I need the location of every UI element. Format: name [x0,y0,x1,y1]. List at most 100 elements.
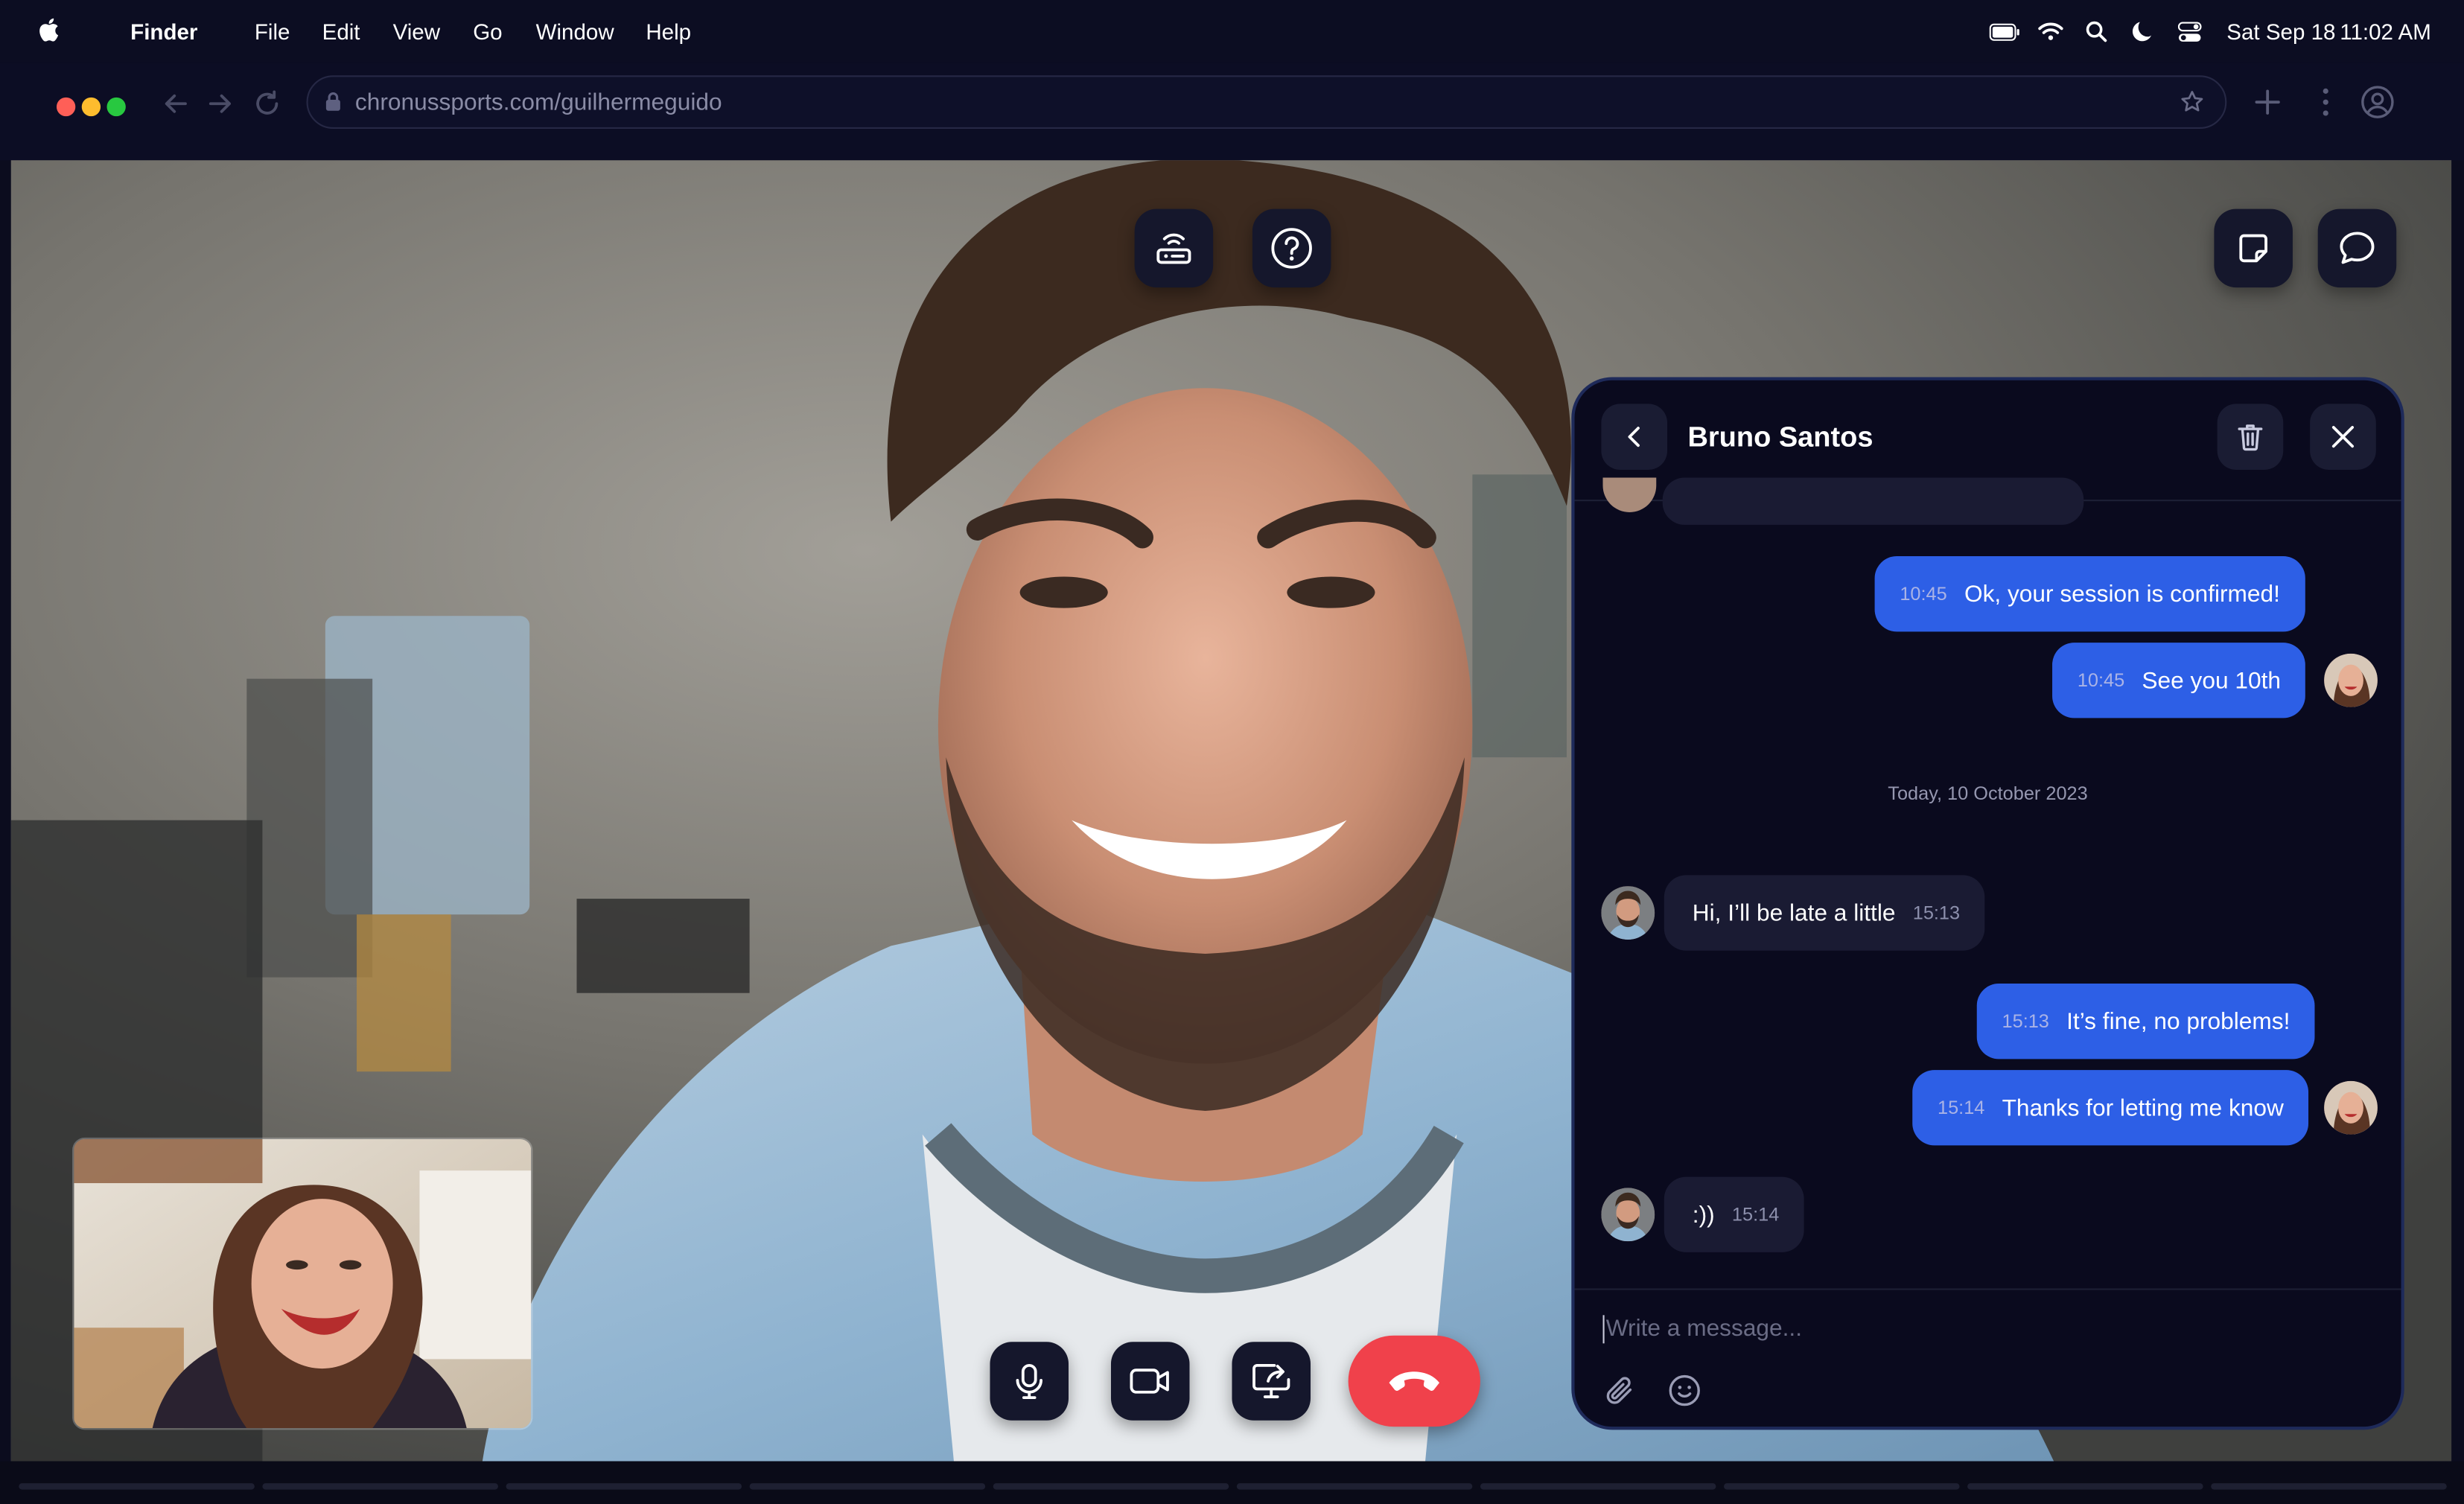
message-time: 15:14 [1938,1096,1985,1119]
contact-avatar-image [1601,1188,1655,1242]
close-chat-button[interactable] [2310,404,2376,470]
bookmark-star-icon[interactable] [2180,89,2205,115]
my-avatar [2324,653,2378,707]
contact-avatar [1601,886,1655,940]
bottom-strip-segment [262,1483,498,1490]
notes-button[interactable] [2214,208,2293,288]
message-bubble[interactable]: 15:14 Thanks for letting me know [1912,1070,2309,1146]
message-time: 15:13 [2002,1010,2049,1033]
menu-app-name[interactable]: Finder [130,19,197,44]
more-options-icon[interactable] [2313,86,2338,118]
forward-arrow-icon[interactable] [206,89,234,118]
contact-avatar [1601,1188,1655,1242]
message-bubble[interactable]: 15:13 It’s fine, no problems! [1976,984,2316,1060]
battery-icon[interactable] [1989,16,2021,47]
menu-go[interactable]: Go [473,19,502,44]
reload-icon[interactable] [253,89,281,118]
message-text: Ok, your session is confirmed! [1964,580,2280,608]
message-bubble[interactable]: 10:45 Ok, your session is confirmed! [1874,556,2305,632]
text-caret [1602,1315,1605,1344]
paperclip-icon [1606,1377,1632,1404]
moon-icon[interactable] [2132,16,2153,47]
my-avatar [2324,1080,2378,1135]
back-arrow-icon[interactable] [162,89,190,118]
help-icon [1271,228,1312,269]
microphone-button[interactable] [990,1342,1069,1421]
menu-help[interactable]: Help [646,19,691,44]
bottom-strip-segment [506,1483,742,1490]
close-window-button[interactable] [56,97,76,117]
previous-avatar-fragment [1602,477,1657,512]
message-time: 15:13 [1912,902,1961,924]
bottom-strip-segment [1967,1483,2203,1490]
zoom-window-button[interactable] [106,97,126,117]
screen-share-icon [1252,1363,1290,1398]
lock-icon [325,92,340,111]
previous-message-fragment [1662,477,2084,525]
contact-avatar-image [1601,886,1655,940]
hang-up-button[interactable] [1348,1335,1480,1427]
url-text[interactable]: chronussports.com/guilhermeguido [355,89,722,116]
microphone-icon [1016,1363,1042,1400]
wifi-icon[interactable] [2038,16,2063,47]
network-icon [1156,233,1191,264]
camera-button[interactable] [1110,1342,1190,1421]
help-button[interactable] [1252,208,1331,288]
delete-chat-button[interactable] [2217,404,2284,470]
menu-bar: Finder File Edit View Go Window Help Sat… [0,0,2464,63]
bottom-strip-segment [749,1483,986,1490]
message-time: 10:45 [1900,582,1947,605]
message-bubble[interactable]: 10:45 See you 10th [2052,643,2306,718]
search-icon[interactable] [2085,16,2107,47]
message-bubble[interactable]: :)) 15:14 [1664,1176,1805,1252]
profile-icon[interactable] [2360,85,2395,119]
screen: Finder File Edit View Go Window Help Sat… [0,0,2464,1504]
new-tab-icon[interactable] [2253,88,2282,116]
close-icon [2331,426,2355,448]
chat-toggle-button[interactable] [2317,208,2397,288]
menu-file[interactable]: File [255,19,290,44]
local-participant-video [74,1138,532,1429]
camera-icon [1130,1368,1169,1394]
bottom-strip-segment [2211,1483,2447,1490]
window-bottom-edge [0,1461,2464,1504]
menu-view[interactable]: View [393,19,441,44]
chat-icon [2340,232,2375,264]
bottom-strip-segment [1723,1483,1960,1490]
control-center-icon[interactable] [2177,16,2202,47]
message-text: Thanks for letting me know [2002,1094,2284,1121]
minimize-window-button[interactable] [81,97,101,117]
bottom-strip-segment [993,1483,1229,1490]
bottom-strip-segment [19,1483,255,1490]
message-text: :)) [1692,1201,1715,1229]
menu-edit[interactable]: Edit [322,19,360,44]
network-status-button[interactable] [1134,208,1214,288]
message-text: Hi, I’ll be late a little [1692,899,1896,927]
message-composer[interactable]: Write a message... [1574,1288,2401,1427]
attach-button[interactable] [1603,1373,1637,1415]
screen-share-button[interactable] [1232,1342,1311,1421]
chevron-left-icon [1628,427,1640,447]
message-text: See you 10th [2142,666,2281,694]
notes-icon [2239,234,2267,263]
chat-back-button[interactable] [1601,404,1668,470]
menu-date[interactable]: Sat Sep 18 [2226,19,2335,44]
emoji-icon [1669,1374,1700,1406]
message-bubble[interactable]: Hi, I’ll be late a little 15:13 [1664,875,1985,951]
bottom-strip-segment [1236,1483,1473,1490]
address-bar[interactable]: chronussports.com/guilhermeguido [306,75,2227,130]
emoji-button[interactable] [1667,1373,1701,1415]
apple-icon[interactable] [38,16,63,44]
self-video[interactable] [72,1137,533,1430]
date-separator: Today, 10 October 2023 [1888,782,2088,805]
menu-time[interactable]: 11:02 AM [2340,19,2431,44]
message-time: 10:45 [2077,669,2125,692]
hang-up-icon [1389,1371,1440,1391]
bottom-strip-segment [1480,1483,1716,1490]
chat-contact-name: Bruno Santos [1687,421,1874,453]
message-time: 15:14 [1731,1203,1780,1226]
message-input[interactable]: Write a message... [1606,1315,1802,1342]
my-avatar-image [2324,653,2378,707]
menu-window[interactable]: Window [536,19,614,44]
message-text: It’s fine, no problems! [2066,1007,2290,1035]
